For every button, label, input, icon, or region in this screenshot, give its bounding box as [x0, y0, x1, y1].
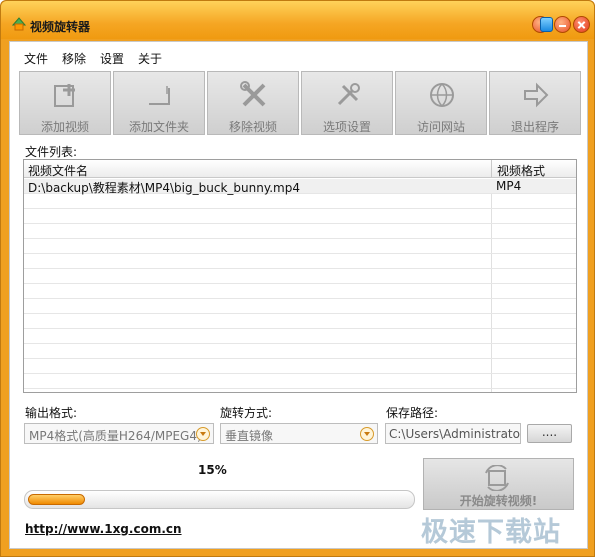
table-row-empty	[24, 344, 576, 359]
add-folder-label: 添加文件夹	[128, 120, 189, 134]
start-rotate-button[interactable]: 开始旋转视频!	[423, 458, 574, 510]
chevron-down-icon[interactable]	[360, 427, 374, 441]
table-row-empty	[24, 374, 576, 389]
column-header-name[interactable]: 视频文件名	[28, 162, 88, 179]
visit-site-label: 访问网站	[416, 120, 465, 134]
menu-remove[interactable]: 移除	[62, 50, 86, 68]
rotate-video-icon	[485, 465, 509, 491]
add-folder-icon	[149, 86, 170, 105]
exit-label: 退出程序	[510, 120, 559, 134]
toolbar: 添加视频 添加文件夹 移除视频 选项设置 访问网站 退出程序	[19, 71, 583, 137]
add-video-icon	[54, 84, 75, 107]
rotate-mode-select[interactable]: 垂直镜像	[220, 423, 378, 444]
table-row-empty	[24, 209, 576, 224]
progress-fill	[28, 494, 85, 505]
menu-settings[interactable]: 设置	[100, 50, 124, 68]
table-row-empty	[24, 254, 576, 269]
rotate-mode-value: 垂直镜像	[225, 429, 274, 443]
client-area: 文件 移除 设置 关于 添加视频 添加文件夹 移除视频 选项设置 访问网站 退出…	[9, 41, 588, 549]
table-row-empty	[24, 299, 576, 314]
table-row-empty	[24, 329, 576, 344]
column-header-format[interactable]: 视频格式	[491, 160, 575, 178]
table-row-empty	[24, 314, 576, 329]
save-path-label: 保存路径:	[386, 406, 439, 420]
website-link[interactable]: http://www.1xg.com.cn	[25, 522, 182, 536]
add-video-button[interactable]: 添加视频	[19, 71, 111, 135]
app-window: 视频旋转器 文件 移除 设置 关于 添加视频 添加文件夹 移除视频 选项设置 访…	[0, 0, 595, 557]
remove-video-icon	[240, 81, 266, 107]
table-row-empty	[24, 224, 576, 239]
menu-about[interactable]: 关于	[138, 50, 162, 68]
table-row-empty	[24, 239, 576, 254]
settings-icon	[337, 83, 360, 106]
save-path-input[interactable]: C:\Users\Administrator\D	[385, 423, 521, 444]
table-row-empty	[24, 359, 576, 374]
window-title: 视频旋转器	[30, 20, 91, 34]
row-file-format: MP4	[496, 179, 522, 193]
progress-percent: 15%	[198, 463, 227, 477]
options-label: 选项设置	[322, 120, 371, 134]
remove-video-label: 移除视频	[228, 120, 277, 134]
exit-button[interactable]: 退出程序	[489, 71, 581, 135]
table-row[interactable]: D:\backup\教程素材\MP4\big_buck_bunny.mp4 MP…	[24, 179, 576, 195]
close-button[interactable]	[573, 16, 590, 33]
table-row-empty	[24, 269, 576, 284]
file-list-rows: D:\backup\教程素材\MP4\big_buck_bunny.mp4 MP…	[24, 179, 576, 389]
menu-file[interactable]: 文件	[24, 50, 48, 68]
file-list-header: 视频文件名 视频格式	[24, 160, 576, 178]
output-format-label: 输出格式:	[25, 406, 78, 420]
visit-site-button[interactable]: 访问网站	[395, 71, 487, 135]
output-format-value: MP4格式(高质量H264/MPEG4)	[29, 429, 202, 443]
menu-bar: 文件 移除 设置 关于	[24, 50, 162, 68]
watermark: 极速下载站	[421, 517, 561, 548]
table-row-empty	[24, 194, 576, 209]
start-rotate-label: 开始旋转视频!	[459, 494, 538, 508]
output-format-select[interactable]: MP4格式(高质量H264/MPEG4)	[24, 423, 214, 444]
add-video-label: 添加视频	[40, 120, 89, 134]
chevron-down-icon[interactable]	[196, 427, 210, 441]
browse-button[interactable]: ....	[527, 424, 572, 443]
options-button[interactable]: 选项设置	[301, 71, 393, 135]
file-list[interactable]: 视频文件名 视频格式 D:\backup\教程素材\MP4\big_buck_b…	[23, 159, 577, 393]
table-row-empty	[24, 284, 576, 299]
rotate-mode-label: 旋转方式:	[220, 406, 273, 420]
title-bar[interactable]: 视频旋转器	[1, 1, 594, 39]
progress-bar	[24, 490, 415, 509]
exit-arrow-icon	[524, 82, 549, 108]
add-folder-button[interactable]: 添加文件夹	[113, 71, 205, 135]
file-list-title: 文件列表:	[25, 145, 78, 159]
minimize-button[interactable]	[554, 16, 571, 33]
skin-shirt-icon[interactable]	[540, 17, 553, 32]
globe-icon	[430, 83, 454, 107]
remove-video-button[interactable]: 移除视频	[207, 71, 299, 135]
app-logo-icon	[11, 17, 27, 31]
